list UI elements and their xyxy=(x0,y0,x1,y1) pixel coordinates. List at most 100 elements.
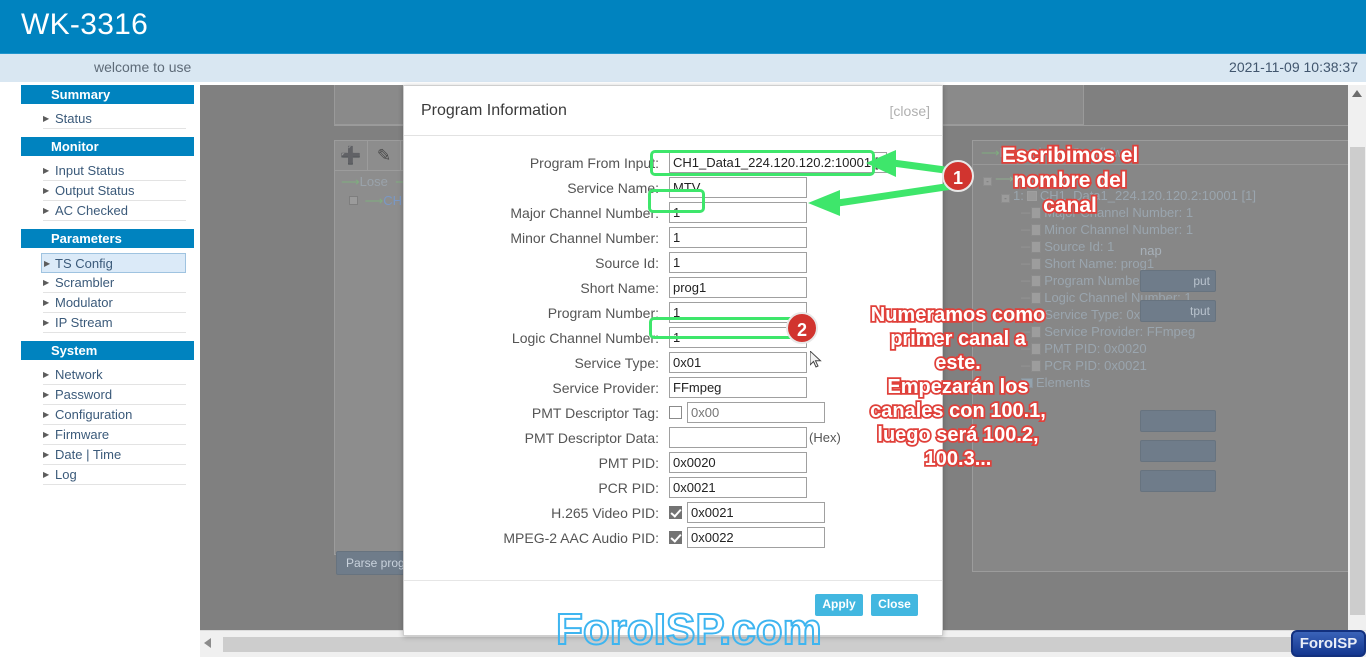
sidebar-section-header: Parameters xyxy=(21,229,194,248)
sidebar-section-body: TS ConfigScramblerModulatorIP Stream xyxy=(21,250,194,341)
side-button-extra-2[interactable] xyxy=(1140,440,1216,462)
field-checkbox[interactable] xyxy=(669,506,682,519)
sidebar-item-modulator[interactable]: Modulator xyxy=(43,293,186,313)
form-row: Source Id: xyxy=(404,250,942,275)
sidebar-item-date-time[interactable]: Date | Time xyxy=(43,445,186,465)
field-control-wrap xyxy=(669,527,825,548)
form-row: MPEG-2 AAC Audio PID: xyxy=(404,525,942,550)
scroll-up-icon[interactable] xyxy=(1352,90,1362,97)
sidebar-item-output-status[interactable]: Output Status xyxy=(43,181,186,201)
apply-button[interactable]: Apply xyxy=(815,594,863,616)
field-control-wrap xyxy=(669,152,887,173)
dialog-header: Program Information [close] xyxy=(404,86,942,136)
form-row: Program From Input: xyxy=(404,150,942,175)
close-button[interactable]: Close xyxy=(871,594,918,616)
field-control-wrap xyxy=(669,502,825,523)
input-short-name[interactable] xyxy=(669,277,807,298)
form-row: Short Name: xyxy=(404,275,942,300)
field-label: H.265 Video PID: xyxy=(551,504,659,521)
field-control-wrap xyxy=(669,402,825,423)
input-pcr-pid[interactable] xyxy=(669,477,807,498)
input-service-provider[interactable] xyxy=(669,377,807,398)
add-icon[interactable]: ➕ xyxy=(335,141,368,170)
form-row: H.265 Video PID: xyxy=(404,500,942,525)
sidebar-item-ip-stream[interactable]: IP Stream xyxy=(43,313,186,333)
sidebar-item-input-status[interactable]: Input Status xyxy=(43,161,186,181)
arrow-icon-3: ⟶ xyxy=(364,193,384,208)
document-icon xyxy=(1031,258,1042,270)
sidebar-item-log[interactable]: Log xyxy=(43,465,186,485)
field-control-wrap: (Hex) xyxy=(669,427,841,448)
field-control-wrap xyxy=(669,452,807,473)
document-icon xyxy=(1031,275,1042,287)
tree-leaf: ─ Source Id: 1 xyxy=(1021,239,1115,254)
datetime-text: 2021-11-09 10:38:37 xyxy=(1229,59,1358,75)
input-source-id[interactable] xyxy=(669,252,807,273)
field-control-wrap xyxy=(669,377,807,398)
vertical-scrollbar[interactable] xyxy=(1348,85,1366,630)
sidebar-nav: Summary Status Monitor Input StatusOutput S… xyxy=(21,85,194,532)
sidebar-section-header: Monitor xyxy=(21,137,194,156)
side-button-extra-1[interactable] xyxy=(1140,410,1216,432)
dialog-title: Program Information xyxy=(421,102,567,119)
watermark-text: ForoISP.com xyxy=(555,604,823,655)
field-label: Service Provider: xyxy=(552,379,659,396)
side-button-extra-3[interactable] xyxy=(1140,470,1216,492)
field-label: Major Channel Number: xyxy=(510,204,659,221)
document-icon xyxy=(1031,241,1042,253)
sidebar-item-ac-checked[interactable]: AC Checked xyxy=(43,201,186,221)
field-label: Program From Input: xyxy=(529,154,659,171)
sidebar-item-network[interactable]: Network xyxy=(43,365,186,385)
tree-leaf: ─ Minor Channel Number: 1 xyxy=(1021,222,1194,237)
input-service-name[interactable] xyxy=(669,177,807,198)
field-label: MPEG-2 AAC Audio PID: xyxy=(503,529,659,546)
side-button-output[interactable]: put xyxy=(1140,270,1216,292)
form-row: PCR PID: xyxy=(404,475,942,500)
input-pmt-descriptor-data[interactable] xyxy=(669,427,807,448)
field-label: Short Name: xyxy=(580,279,659,296)
field-label: Minor Channel Number: xyxy=(510,229,659,246)
input-minor-channel-number[interactable] xyxy=(669,227,807,248)
side-label-nap: nap xyxy=(1140,243,1162,258)
edit-icon[interactable]: ✎ xyxy=(368,141,401,170)
device-title: WK-3316 xyxy=(21,8,149,41)
dialog-close-link[interactable]: [close] xyxy=(890,103,930,119)
sidebar-item-password[interactable]: Password xyxy=(43,385,186,405)
field-label: Logic Channel Number: xyxy=(511,329,659,346)
scroll-left-icon[interactable] xyxy=(204,638,211,648)
sidebar-item-ts-config[interactable]: TS Config xyxy=(41,253,186,274)
input-mpeg-2-aac-audio-pid[interactable] xyxy=(687,527,825,548)
sidebar-section-body: Status xyxy=(21,106,194,137)
sidebar-item-configuration[interactable]: Configuration xyxy=(43,405,186,425)
sidebar-item-status[interactable]: Status xyxy=(43,109,186,129)
side-button-input[interactable]: tput xyxy=(1140,300,1216,322)
input-pmt-pid[interactable] xyxy=(669,452,807,473)
input-major-channel-number[interactable] xyxy=(669,202,807,223)
welcome-text: welcome to use xyxy=(94,59,192,75)
annotation-badge-1: 1 xyxy=(942,160,974,192)
field-checkbox[interactable] xyxy=(669,406,682,419)
annotation-note-2: Numeramos como primer canal a este. Empe… xyxy=(868,302,1047,472)
arrow-icon: ⟶ xyxy=(341,174,360,189)
field-checkbox[interactable] xyxy=(669,531,682,544)
sidebar-section-header: Summary xyxy=(21,85,194,104)
sidebar-section-body: Input StatusOutput StatusAC Checked xyxy=(21,158,194,229)
field-label: Service Type: xyxy=(574,354,659,371)
mouse-cursor xyxy=(810,351,822,368)
input-pmt-descriptor-tag[interactable] xyxy=(687,402,825,423)
input-h-265-video-pid[interactable] xyxy=(687,502,825,523)
field-label: PMT PID: xyxy=(598,454,659,471)
field-label: PMT Descriptor Data: xyxy=(524,429,659,446)
field-control-wrap xyxy=(669,302,807,323)
expand-icon[interactable] xyxy=(349,196,358,205)
field-label: PMT Descriptor Tag: xyxy=(531,404,659,421)
field-label: Source Id: xyxy=(595,254,659,271)
input-program-number[interactable] xyxy=(669,302,807,323)
form-row: Minor Channel Number: xyxy=(404,225,942,250)
vertical-scroll-thumb[interactable] xyxy=(1350,147,1365,615)
input-service-type[interactable] xyxy=(669,352,807,373)
field-control-wrap xyxy=(669,352,807,373)
input-program-from-input[interactable] xyxy=(669,152,887,173)
sidebar-item-firmware[interactable]: Firmware xyxy=(43,425,186,445)
sidebar-item-scrambler[interactable]: Scrambler xyxy=(43,273,186,293)
